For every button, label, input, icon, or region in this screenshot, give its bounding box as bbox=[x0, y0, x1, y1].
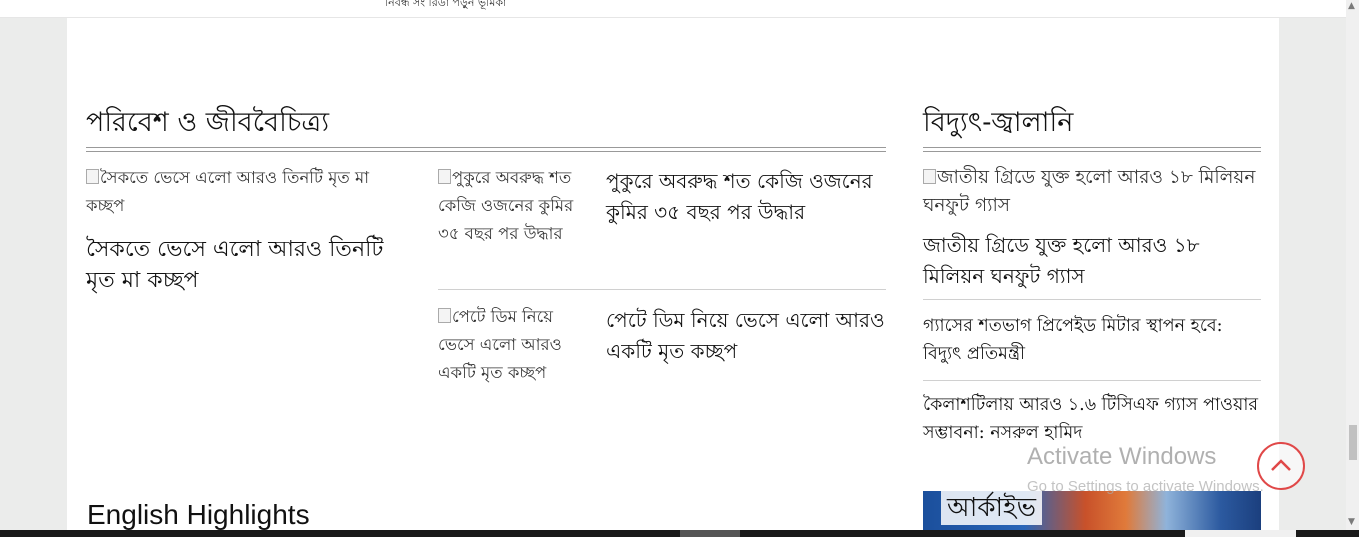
energy-divider-2 bbox=[923, 380, 1261, 381]
broken-image-icon bbox=[438, 308, 451, 323]
scrollbar-thumb[interactable] bbox=[1349, 425, 1357, 460]
broken-image-icon bbox=[438, 169, 451, 184]
environment-item-2-image-alt: পেটে ডিম নিয়ে ভেসে এলো আরও একটি মৃত কচ্… bbox=[438, 307, 562, 382]
energy-divider-1 bbox=[923, 299, 1261, 300]
chevron-up-icon bbox=[1271, 459, 1291, 471]
environment-lead-image[interactable]: সৈকতে ভেসে এলো আরও তিনটি মৃত মা কচ্ছপ bbox=[86, 164, 406, 220]
scroll-up-arrow-icon[interactable]: ▲ bbox=[1348, 2, 1355, 11]
top-bar: নিবন্ধ সং রিডা পড়ুন ভূমিকা bbox=[0, 0, 1346, 18]
environment-item-1-headline[interactable]: পুকুরে অবরুদ্ধ শত কেজি ওজনের কুমির ৩৫ বছ… bbox=[606, 166, 891, 228]
environment-item-1-image[interactable]: পুকুরে অবরুদ্ধ শত কেজি ওজনের কুমির ৩৫ বছ… bbox=[438, 164, 588, 248]
environment-item-1-image-alt: পুকুরে অবরুদ্ধ শত কেজি ওজনের কুমির ৩৫ বছ… bbox=[438, 168, 574, 243]
environment-lead-image-alt: সৈকতে ভেসে এলো আরও তিনটি মৃত মা কচ্ছপ bbox=[86, 168, 369, 215]
broken-image-icon bbox=[923, 169, 936, 184]
environment-title-rule bbox=[86, 147, 886, 152]
taskbar-segment bbox=[1185, 530, 1296, 537]
environment-lead-headline[interactable]: সৈকতে ভেসে এলো আরও তিনটি মৃত মা কচ্ছপ bbox=[86, 234, 406, 296]
scroll-to-top-button[interactable] bbox=[1257, 442, 1305, 490]
energy-lead-image-alt: জাতীয় গ্রিডে যুক্ত হলো আরও ১৮ মিলিয়ন ঘ… bbox=[923, 167, 1256, 216]
scroll-down-arrow-icon[interactable]: ▼ bbox=[1348, 518, 1355, 527]
top-bar-text: নিবন্ধ সং রিডা পড়ুন ভূমিকা bbox=[385, 0, 507, 9]
bottom-taskbar-strip bbox=[0, 530, 1359, 537]
broken-image-icon bbox=[86, 169, 99, 184]
environment-item-2-image[interactable]: পেটে ডিম নিয়ে ভেসে এলো আরও একটি মৃত কচ্… bbox=[438, 303, 588, 387]
energy-item-1-headline[interactable]: গ্যাসের শতভাগ প্রিপেইড মিটার স্থাপন হবে:… bbox=[923, 312, 1261, 368]
energy-title-rule bbox=[923, 147, 1261, 152]
environment-item-divider bbox=[438, 289, 886, 290]
energy-lead-image[interactable]: জাতীয় গ্রিডে যুক্ত হলো আরও ১৮ মিলিয়ন ঘ… bbox=[923, 164, 1261, 220]
environment-section-title[interactable]: পরিবেশ ও জীববৈচিত্র্য bbox=[86, 106, 329, 140]
activate-windows-subtitle: Go to Settings to activate Windows. bbox=[1027, 478, 1264, 495]
archive-banner[interactable]: আর্কাইভ bbox=[923, 491, 1261, 530]
english-highlights-title[interactable]: English Highlights bbox=[87, 497, 310, 533]
energy-section-title[interactable]: বিদ্যুৎ-জ্বালানি bbox=[923, 106, 1073, 140]
taskbar-segment bbox=[680, 530, 740, 537]
energy-item-2-headline[interactable]: কৈলাশটিলায় আরও ১.৬ টিসিএফ গ্যাস পাওয়ার… bbox=[923, 391, 1261, 447]
environment-item-2-headline[interactable]: পেটে ডিম নিয়ে ভেসে এলো আরও একটি মৃত কচ্… bbox=[606, 305, 891, 367]
archive-label: আর্কাইভ bbox=[941, 491, 1042, 525]
energy-lead-headline[interactable]: জাতীয় গ্রিডে যুক্ত হলো আরও ১৮ মিলিয়ন ঘ… bbox=[923, 230, 1261, 292]
activate-windows-watermark: Activate Windows bbox=[1027, 443, 1217, 470]
